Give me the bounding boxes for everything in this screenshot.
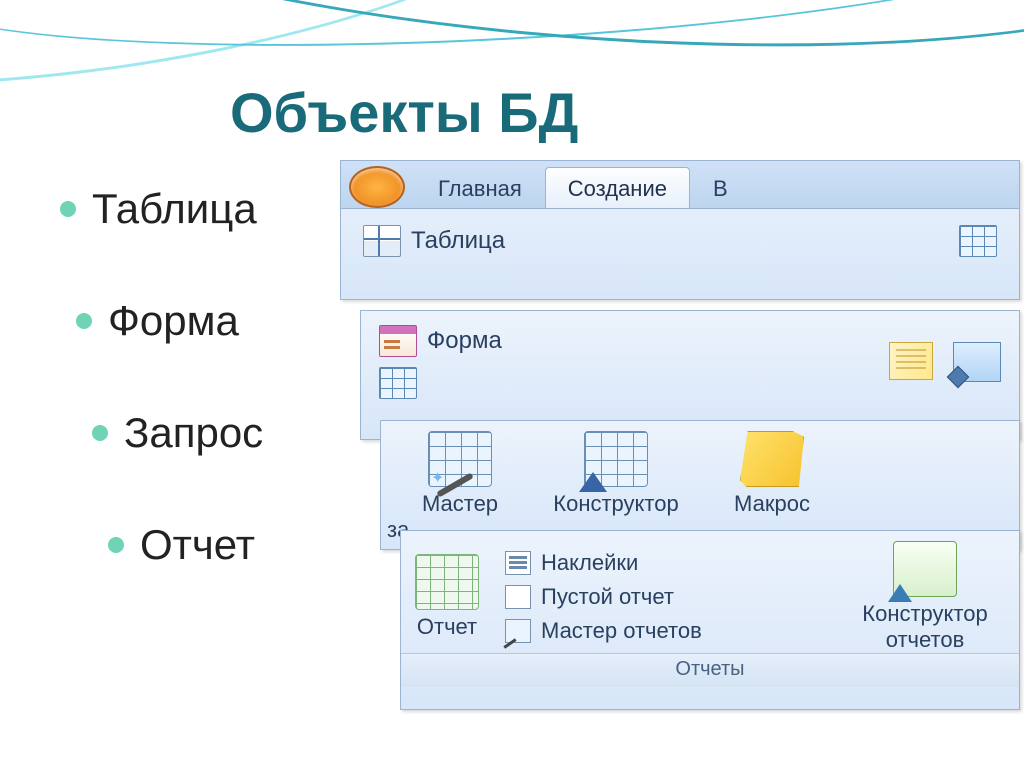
form-button[interactable]: Форма — [379, 325, 502, 357]
tab-create[interactable]: Создание — [545, 167, 690, 208]
button-label: Форма — [427, 327, 502, 355]
button-label: Мастер — [422, 491, 498, 517]
bullet-text: Отчет — [140, 521, 255, 569]
ribbon-tabbar: Главная Создание В — [341, 161, 1019, 209]
tab-cutoff[interactable]: В — [690, 167, 751, 208]
slide-title: Объекты БД — [230, 80, 578, 145]
bullet-icon — [92, 425, 108, 441]
list-item: Отчет — [108, 521, 263, 569]
table-button[interactable]: Таблица — [363, 225, 505, 257]
button-label: Конструктор — [553, 491, 678, 517]
designer-icon — [584, 431, 648, 487]
table-icon — [363, 225, 401, 257]
ribbon-fragment-tabs: Главная Создание В Таблица — [340, 160, 1020, 300]
bullet-text: Форма — [108, 297, 239, 345]
labels-button[interactable]: Наклейки — [505, 550, 702, 576]
button-label: Мастер отчетов — [541, 618, 702, 644]
blank-report-icon — [505, 585, 531, 609]
ribbon-group-label: Отчеты — [401, 653, 1019, 687]
office-button-icon[interactable] — [349, 166, 405, 208]
report-icon — [415, 554, 479, 610]
wizard-icon — [428, 431, 492, 487]
button-label: Отчет — [417, 614, 477, 640]
bullet-icon — [60, 201, 76, 217]
form-icon — [379, 325, 417, 357]
pivot-chart-icon[interactable] — [889, 342, 933, 380]
blank-report-button[interactable]: Пустой отчет — [505, 584, 702, 610]
report-button[interactable]: Отчет — [415, 554, 479, 640]
grid-icon[interactable] — [379, 367, 417, 399]
bullet-text: Запрос — [124, 409, 263, 457]
report-wizard-icon — [505, 619, 531, 643]
ribbon-fragment-reports: Отчет Наклейки Пустой отчет Мастер отчет… — [400, 530, 1020, 710]
button-label: Макрос — [734, 491, 810, 517]
query-designer-button[interactable]: Конструктор — [551, 431, 681, 517]
button-label: Конструктор отчетов — [845, 601, 1005, 653]
macro-button[interactable]: Макрос — [707, 431, 837, 517]
report-options-list: Наклейки Пустой отчет Мастер отчетов — [505, 550, 702, 644]
bullet-list: Таблица Форма Запрос Отчет — [60, 185, 263, 633]
report-wizard-button[interactable]: Мастер отчетов — [505, 618, 702, 644]
tab-home[interactable]: Главная — [415, 167, 545, 208]
labels-icon — [505, 551, 531, 575]
grid-icon[interactable] — [959, 225, 997, 257]
bullet-text: Таблица — [92, 185, 257, 233]
bullet-icon — [108, 537, 124, 553]
list-item: Таблица — [60, 185, 263, 233]
button-label: Таблица — [411, 227, 505, 255]
list-item: Запрос — [92, 409, 263, 457]
report-designer-icon — [893, 541, 957, 597]
report-designer-button[interactable]: Конструктор отчетов — [845, 541, 1005, 653]
query-wizard-button[interactable]: Мастер — [395, 431, 525, 517]
button-label: Пустой отчет — [541, 584, 674, 610]
form-layout-icon[interactable] — [953, 342, 1001, 382]
bullet-icon — [76, 313, 92, 329]
button-label: Наклейки — [541, 550, 638, 576]
macro-icon — [740, 431, 804, 487]
list-item: Форма — [76, 297, 263, 345]
